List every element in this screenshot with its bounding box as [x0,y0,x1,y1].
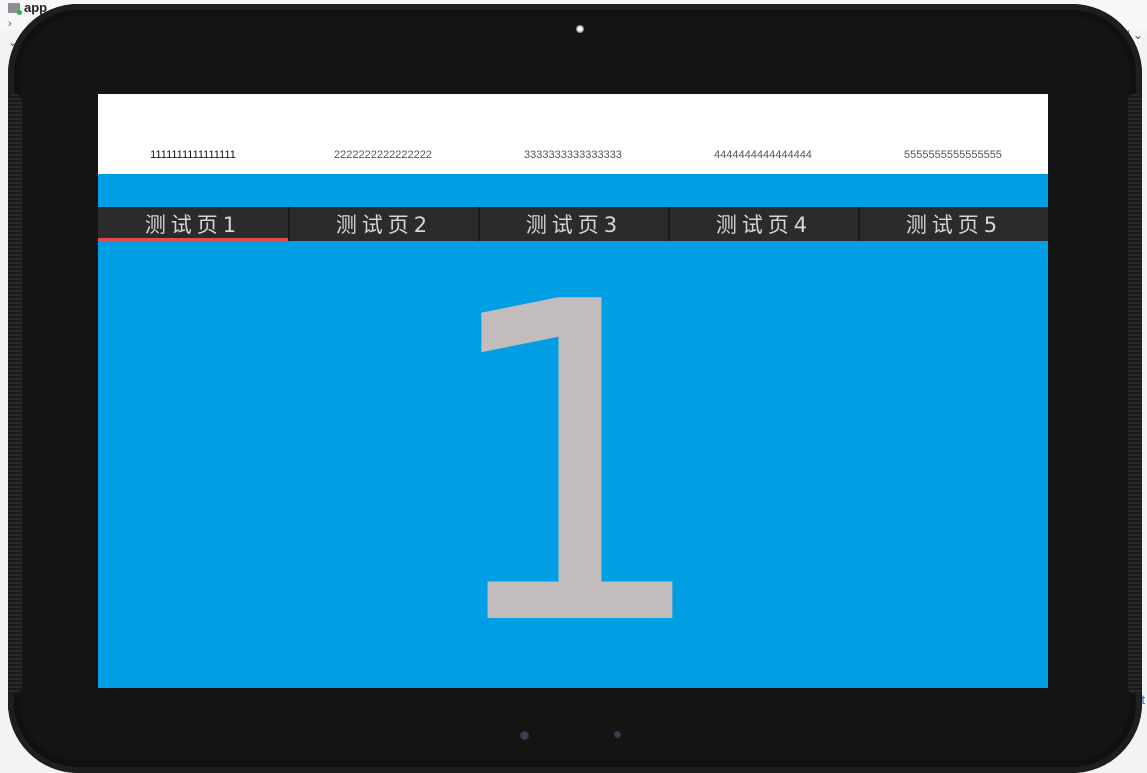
tab-label: 测试页2 [335,213,433,237]
top-tab-5[interactable]: 5555555555555555 [858,94,1048,174]
front-camera-icon [576,25,584,33]
folder-icon [8,2,22,15]
tab-test-page-5[interactable]: 测试页5 [858,207,1048,241]
top-tab-2[interactable]: 2222222222222222 [288,94,478,174]
tab-label: 测试页1 [144,213,242,237]
chevron-right-icon[interactable]: › [8,18,12,30]
page-content-number: 1 [433,210,713,688]
sensor-icon [614,731,621,738]
app-screen: 1111111111111111 2222222222222222 333333… [98,94,1048,688]
sensor-icon [520,731,529,740]
top-tab-3[interactable]: 3333333333333333 [478,94,668,174]
tab-label: 测试页4 [715,213,813,237]
tab-test-page-1[interactable]: 测试页1 [98,207,288,241]
top-tab-4[interactable]: 4444444444444444 [668,94,858,174]
top-tab-strip: 1111111111111111 2222222222222222 333333… [98,94,1048,174]
tablet-grip-left [8,94,22,694]
ide-project-item[interactable]: app [8,0,47,15]
tablet-grip-right [1128,94,1142,694]
tab-label: 测试页5 [905,213,1003,237]
top-tab-1[interactable]: 1111111111111111 [98,94,288,174]
tab-indicator [98,238,288,241]
